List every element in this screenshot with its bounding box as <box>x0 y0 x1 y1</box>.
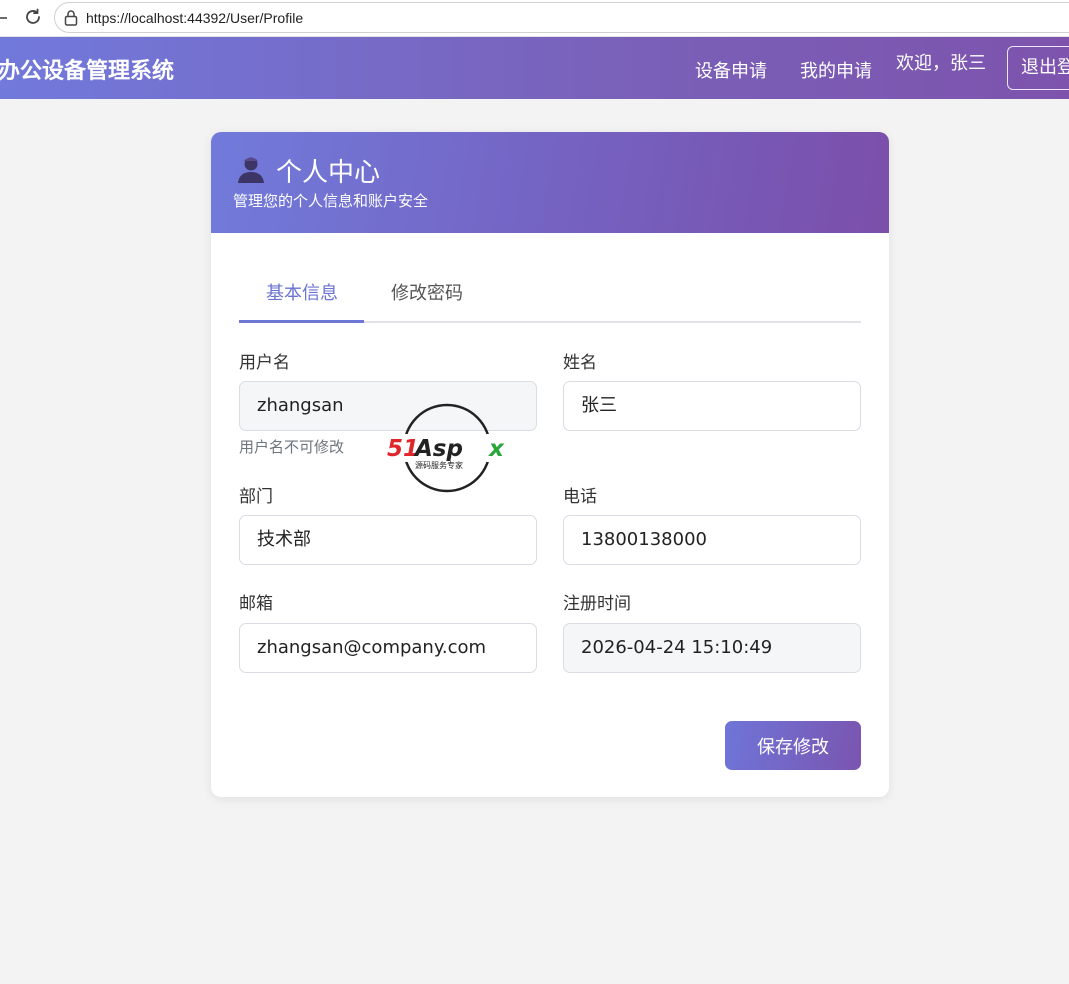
url-text: https://localhost:44392/User/Profile <box>86 10 304 26</box>
profile-card: 个人中心 管理您的个人信息和账户安全 基本信息 修改密码 用户名 zhangsa… <box>211 132 889 797</box>
active-tab-indicator <box>239 320 364 323</box>
nav-link-device-apply[interactable]: 设备申请 <box>695 57 767 83</box>
card-title: 个人中心 <box>276 158 381 188</box>
name-label: 姓名 <box>563 353 597 373</box>
tab-basic-info[interactable]: 基本信息 <box>266 279 338 305</box>
watermark-logo: 51 Asp x 源码服务专家 <box>385 402 513 494</box>
brand-title[interactable]: 办公设备管理系统 <box>0 53 174 85</box>
register-time-input[interactable]: 2026-04-24 15:10:49 <box>563 623 861 673</box>
register-time-label: 注册时间 <box>563 594 631 614</box>
svg-text:源码服务专家: 源码服务专家 <box>415 460 463 470</box>
user-icon <box>236 154 266 184</box>
card-header: 个人中心 管理您的个人信息和账户安全 <box>211 132 889 233</box>
top-navbar: 办公设备管理系统 设备申请 我的申请 欢迎，张三 退出登录 <box>0 37 1069 99</box>
reload-icon[interactable] <box>22 6 44 28</box>
tab-change-password[interactable]: 修改密码 <box>391 279 463 305</box>
svg-text:x: x <box>488 436 505 462</box>
welcome-text: 欢迎，张三 <box>896 53 986 74</box>
browser-toolbar: https://localhost:44392/User/Profile <box>0 0 1069 37</box>
svg-text:Asp: Asp <box>413 436 463 462</box>
phone-label: 电话 <box>563 487 597 507</box>
phone-input[interactable]: 13800138000 <box>563 515 861 565</box>
address-bar[interactable]: https://localhost:44392/User/Profile <box>54 2 1069 33</box>
username-hint: 用户名不可修改 <box>239 438 345 456</box>
department-label: 部门 <box>239 487 273 507</box>
logout-button[interactable]: 退出登录 <box>1007 46 1069 90</box>
email-label: 邮箱 <box>239 594 273 614</box>
username-label: 用户名 <box>239 353 290 373</box>
card-subtitle: 管理您的个人信息和账户安全 <box>233 192 429 210</box>
profile-tabs: 基本信息 修改密码 <box>239 267 861 323</box>
site-info-icon[interactable] <box>63 9 79 27</box>
save-button[interactable]: 保存修改 <box>725 721 861 770</box>
nav-link-my-applications[interactable]: 我的申请 <box>800 57 872 83</box>
back-arrow-icon[interactable] <box>0 8 8 28</box>
name-input[interactable]: 张三 <box>563 381 861 431</box>
department-input[interactable]: 技术部 <box>239 515 537 565</box>
email-input[interactable]: zhangsan@company.com <box>239 623 537 673</box>
